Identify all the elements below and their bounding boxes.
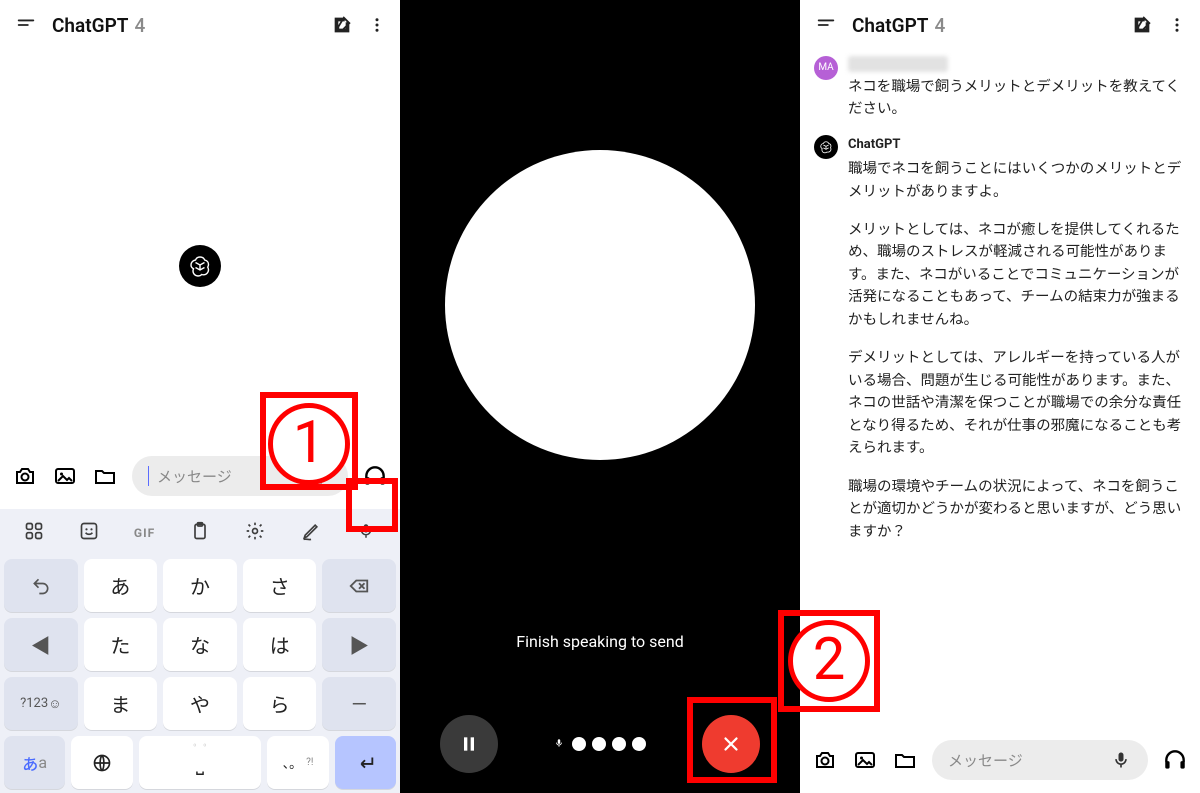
image-icon[interactable] [852,747,878,773]
screen-empty-chat: ChatGPT 4 [0,0,400,793]
key-left[interactable]: ◀ [4,618,78,671]
kb-mic-icon[interactable] [346,522,386,545]
compose-icon[interactable] [330,13,354,37]
menu-icon[interactable] [14,13,38,37]
app-title[interactable]: ChatGPT 4 [52,14,316,37]
title-text: ChatGPT [852,14,928,37]
key-ra[interactable]: ら [243,677,317,730]
key-na[interactable]: な [163,618,237,671]
user-message: MA ネコを職場で飼うメリットとデメリットを教えてください。 [814,56,1186,121]
more-icon[interactable] [368,13,386,37]
key-ka[interactable]: か [163,559,237,612]
composer-row: メッセージ [800,733,1200,787]
key-right[interactable]: ▶ [322,618,396,671]
user-name-redacted [848,56,948,72]
assistant-name: ChatGPT [848,135,1186,155]
assistant-para-4: 職場の環境やチームの状況によって、ネコを飼うことが適切かどうかが変わると思います… [848,476,1186,543]
topbar: ChatGPT 4 [800,0,1200,50]
key-mode[interactable]: あa [4,736,65,789]
assistant-message: ChatGPT 職場でネコを飼うことにはいくつかのメリットとデメリットがあります… [814,135,1186,559]
folder-icon[interactable] [92,463,118,489]
key-undo[interactable] [4,559,78,612]
key-backspace[interactable] [322,559,396,612]
key-ya[interactable]: や [163,677,237,730]
key-a[interactable]: あ [84,559,158,612]
mic-mini-icon [554,736,564,753]
voice-status-text: Finish speaking to send [400,632,800,651]
key-punct[interactable]: 、。?! [267,736,328,789]
title-text: ChatGPT [52,14,128,37]
headphones-icon[interactable] [362,463,388,489]
key-globe[interactable] [71,736,132,789]
key-sa[interactable]: さ [243,559,317,612]
title-version: 4 [134,14,145,37]
key-numeric[interactable]: ?123 ☺ [4,677,78,730]
key-space[interactable]: ⎵ [139,736,262,789]
title-version: 4 [934,14,945,37]
keyboard-toolbar: GIF [0,509,400,557]
folder-icon[interactable] [892,747,918,773]
text-cursor [148,466,149,486]
headphones-icon[interactable] [1162,747,1188,773]
camera-icon[interactable] [12,463,38,489]
key-enter[interactable] [335,736,396,789]
assistant-para-3: デメリットとしては、アレルギーを持っている人がいる場合、問題が生じる可能性があり… [848,347,1186,459]
message-placeholder: メッセージ [157,466,232,487]
chat-thread[interactable]: MA ネコを職場で飼うメリットとデメリットを教えてください。 ChatGPT 職… [800,50,1200,793]
assistant-para-1: 職場でネコを飼うことにはいくつかのメリットとデメリットがありますよ。 [848,158,1186,203]
assistant-para-2: メリットとしては、ネコが癒しを提供してくれるため、職場のストレスが軽減される可能… [848,219,1186,331]
kb-pen-icon[interactable] [291,521,331,546]
mic-icon[interactable] [308,463,334,489]
message-input[interactable]: メッセージ [132,456,348,496]
key-dash[interactable]: — [322,677,396,730]
composer-row: メッセージ [0,449,400,503]
camera-icon[interactable] [812,747,838,773]
message-placeholder: メッセージ [948,750,1023,771]
kb-sticker-icon[interactable] [69,521,109,546]
voice-level-indicator [554,736,646,753]
topbar: ChatGPT 4 [0,0,400,50]
screen-chat-response: ChatGPT 4 MA ネコを職場で飼うメリットとデメリットを教えてください。 [800,0,1200,793]
kb-gif-icon[interactable]: GIF [125,526,165,540]
pause-button[interactable] [440,715,498,773]
key-ha[interactable]: は [243,618,317,671]
compose-icon[interactable] [1130,13,1154,37]
image-icon[interactable] [52,463,78,489]
user-avatar: MA [814,56,838,80]
mic-icon[interactable] [1108,747,1134,773]
voice-visualizer [445,150,755,460]
close-voice-button[interactable] [702,715,760,773]
menu-icon[interactable] [814,13,838,37]
kb-settings-icon[interactable] [235,521,275,546]
voice-controls [400,715,800,773]
assistant-avatar-icon [814,135,838,159]
key-ma[interactable]: ま [84,677,158,730]
key-ta[interactable]: た [84,618,158,671]
message-input[interactable]: メッセージ [932,740,1148,780]
kb-grid-icon[interactable] [14,521,54,546]
chatgpt-logo-icon [179,245,221,287]
app-title[interactable]: ChatGPT 4 [852,14,1116,37]
screen-voice-mode: Finish speaking to send [400,0,800,793]
user-text: ネコを職場で飼うメリットとデメリットを教えてください。 [848,76,1186,121]
soft-keyboard[interactable]: GIF あ [0,509,400,793]
more-icon[interactable] [1168,13,1186,37]
kb-clipboard-icon[interactable] [180,521,220,546]
